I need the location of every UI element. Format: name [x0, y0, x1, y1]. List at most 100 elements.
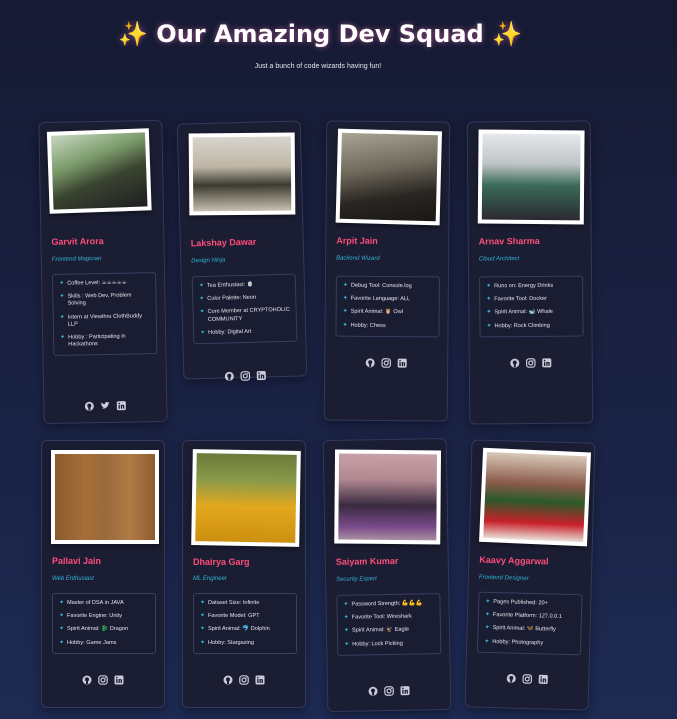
member-name: Kaavy Aggarwal	[479, 554, 549, 567]
member-card: Arpit Jain Backend Wizard ✦ Debug Tool: C…	[323, 120, 451, 422]
github-icon[interactable]	[365, 358, 375, 368]
fact-item: ✦ Spirit Animal: 🦅 Eagle	[343, 627, 410, 635]
member-name: Pallavi Jain	[52, 556, 102, 566]
linkedin-icon[interactable]	[255, 675, 265, 685]
member-name: Garvit Arora	[51, 235, 104, 247]
social-links	[183, 675, 305, 685]
instagram-icon[interactable]	[239, 675, 249, 685]
member-photo	[334, 449, 442, 545]
member-photo	[479, 447, 592, 547]
instagram-icon[interactable]	[525, 358, 536, 368]
instagram-icon[interactable]	[522, 674, 533, 684]
member-photo	[335, 128, 443, 226]
member-role: Cloud Architect	[478, 256, 520, 263]
fact-item: ✦ Favorite Tool: Docker	[486, 296, 548, 303]
member-name: Arpit Jain	[336, 235, 378, 246]
fact-item: ✦ Spirit Animal: 🐋 Whale	[486, 309, 553, 316]
github-icon[interactable]	[223, 675, 233, 685]
linkedin-icon[interactable]	[114, 675, 124, 685]
github-icon[interactable]	[84, 401, 94, 411]
member-name: Lakshay Dawar	[190, 236, 257, 249]
member-role: Frontend Designer	[478, 574, 529, 582]
fact-item: ✦ Runs on: Energy Drinks	[486, 282, 554, 290]
instagram-icon[interactable]	[384, 686, 394, 696]
fact-item: ✦ Spirit Animal: 🐬 Dolphin	[200, 626, 270, 633]
member-name: Arnav Sharma	[478, 235, 540, 247]
fact-item: ✦ Favorite Language: ALL	[342, 295, 411, 303]
github-icon[interactable]	[82, 675, 92, 685]
member-facts: ✦ Password Strength: 💪💪💪 ✦ Favorite Tool: …	[336, 593, 442, 656]
member-facts: ✦ Debug Tool: Console.log ✦ Favorite Langu…	[335, 275, 440, 338]
fact-item: ✦ Hobby: Stargazing	[200, 639, 255, 646]
fact-item: ✦ Pages Published: 20+	[485, 598, 548, 607]
github-icon[interactable]	[224, 371, 234, 381]
fact-item: ✦ Hobby: Photography	[484, 638, 544, 646]
member-photo	[188, 132, 296, 216]
social-links	[42, 675, 164, 685]
member-card: Saiyam Kumar Security Expert ✦ Password S…	[322, 437, 452, 713]
social-links	[328, 685, 450, 697]
fact-item: ✦ Color Palette: Neon	[199, 294, 257, 303]
fact-item: ✦ Favorite Tool: Wireshark	[343, 613, 412, 621]
fact-item: ✦ Favorite Platform: 127.0.0.1	[484, 612, 563, 621]
linkedin-icon[interactable]	[400, 686, 410, 696]
fact-item: ✦ Hobby: Chess	[342, 322, 386, 329]
social-links	[470, 357, 592, 368]
member-facts: ✦ Master of DSA in JAVA ✦ Favorite Engine:…	[52, 593, 156, 654]
linkedin-icon[interactable]	[256, 370, 267, 381]
fact-item: ✦ Spirit Animal: 🦉 Owl	[342, 309, 404, 316]
fact-item: ✦ Core Member at CRYPTOHOLIC COMMUNITY	[199, 307, 290, 323]
twitter-icon[interactable]	[100, 401, 110, 411]
linkedin-icon[interactable]	[397, 358, 407, 368]
member-facts: ✦ Tea Enthusiast: 🍵 ✦ Color Palette: Neon …	[191, 273, 298, 345]
member-role: Design Ninja	[191, 257, 226, 265]
fact-item: ✦ Intern at Viewthru ClothBuddy LLP	[59, 312, 143, 328]
github-icon[interactable]	[510, 358, 520, 368]
member-facts: ✦ Runs on: Energy Drinks ✦ Favorite Tool: …	[479, 275, 584, 338]
page-title: ✨ Our Amazing Dev Squad ✨	[118, 20, 522, 48]
member-role: Web Enthusiast	[52, 576, 94, 582]
github-icon[interactable]	[506, 673, 516, 684]
fact-item: ✦ Master of DSA in JAVA	[59, 600, 124, 606]
fact-item: ✦ Hobby: Digital Art	[200, 328, 252, 336]
fact-item: ✦ Hobby: Lock Picking	[344, 640, 403, 648]
fact-item: ✦ Skills : Web Dev, Problem Solving	[59, 292, 132, 308]
member-photo	[46, 128, 152, 214]
linkedin-icon[interactable]	[116, 401, 127, 411]
member-role: Security Expert	[336, 576, 377, 583]
member-facts: ✦ Dataset Size: Infinite ✦ Favorite Model:…	[193, 593, 297, 654]
fact-item: ✦ Hobby : Participating in Hackathons	[60, 333, 126, 348]
fact-item: ✦ Hobby: Game Jams	[59, 639, 117, 646]
social-links	[325, 357, 447, 368]
instagram-icon[interactable]	[98, 675, 108, 685]
fact-item: ✦ Coffee Level: ☕☕☕☕☕	[59, 279, 127, 287]
member-photo	[477, 129, 585, 225]
fact-item: ✦ Hobby: Rock Climbing	[486, 322, 550, 329]
social-links	[466, 672, 588, 685]
fact-item: ✦ Tea Enthusiast: 🍵	[198, 281, 254, 290]
page-subtitle: Just a bunch of code wizards having fun!	[254, 63, 382, 70]
member-card: Garvit Arora Frontend Magician ✦ Coffee L…	[38, 119, 168, 425]
fact-item: ✦ Spirit Animal: 🦋 Butterfly	[484, 625, 556, 634]
member-card: Lakshay Dawar Design Ninja ✦ Tea Enthusia…	[176, 120, 308, 382]
member-role: ML Engineer	[193, 576, 227, 582]
fact-item: ✦ Favorite Engine: Unity	[59, 613, 123, 620]
member-photo	[51, 450, 159, 544]
member-card: Arnav Sharma Cloud Architect ✦ Runs on: E…	[466, 120, 594, 425]
social-links	[44, 400, 166, 412]
fact-item: ✦ Debug Tool: Console.log	[342, 282, 412, 290]
member-facts: ✦ Pages Published: 20+ ✦ Favorite Platform…	[476, 591, 583, 656]
github-icon[interactable]	[368, 686, 378, 696]
member-card: Pallavi Jain Web Enthusiast ✦ Master of D…	[41, 440, 165, 708]
linkedin-icon[interactable]	[538, 674, 549, 684]
member-card: Dhairya Garg ML Engineer ✦ Dataset Size: …	[182, 440, 306, 708]
member-role: Backend Wizard	[336, 255, 380, 262]
social-links	[184, 369, 306, 382]
member-name: Saiyam Kumar	[335, 555, 399, 567]
member-facts: ✦ Coffee Level: ☕☕☕☕☕ ✦ Skills : Web Dev, …	[52, 272, 158, 357]
fact-item: ✦ Password Strength: 💪💪💪	[343, 600, 423, 608]
instagram-icon[interactable]	[381, 358, 392, 368]
linkedin-icon[interactable]	[542, 358, 552, 368]
instagram-icon[interactable]	[240, 371, 251, 381]
fact-item: ✦ Dataset Size: Infinite	[200, 600, 260, 606]
